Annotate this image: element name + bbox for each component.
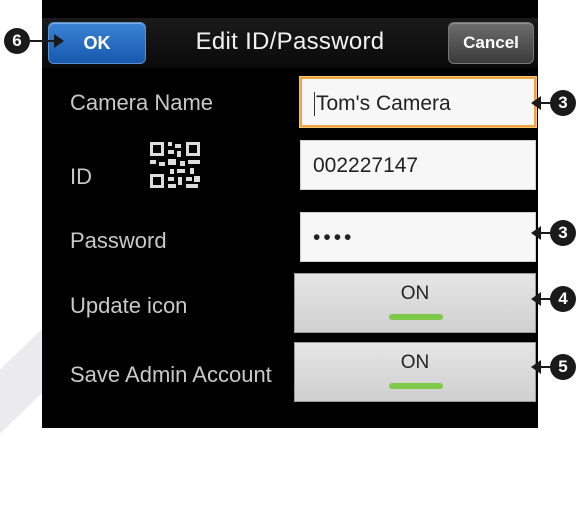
update-icon-label: Update icon [70,293,188,318]
text-caret [314,92,315,117]
camera-name-label: Camera Name [70,90,214,115]
password-field[interactable]: •••• [300,212,536,262]
callout-marker: 3 [550,90,576,116]
arrow-head-icon [54,34,64,48]
save-admin-account-toggle-label: ON [400,352,430,373]
callout-marker: 6 [4,28,30,54]
camera-name-field[interactable]: Tom's Camera [300,77,536,127]
callout-arrow [30,40,54,42]
toggle-indicator [389,383,443,389]
update-icon-toggle-label: ON [400,283,430,304]
qr-code-icon[interactable] [148,140,202,190]
title-bar: OK Edit ID/Password Cancel [42,18,538,68]
update-icon-toggle[interactable]: ON [294,273,536,333]
id-field[interactable]: 002227147 [300,140,536,190]
password-label: Password [70,228,167,253]
id-label: ID [70,164,92,189]
callout-marker: 4 [550,286,576,312]
cancel-button[interactable]: Cancel [448,22,534,64]
callout-marker: 3 [550,220,576,246]
callout-marker: 5 [550,354,576,380]
save-admin-account-label: Save Admin Account [70,362,272,387]
device-screen: OK Edit ID/Password Cancel Camera Name T… [42,0,538,428]
save-admin-account-toggle[interactable]: ON [294,342,536,402]
camera-name-value: Tom's Camera [316,92,451,115]
toggle-indicator [389,314,443,320]
